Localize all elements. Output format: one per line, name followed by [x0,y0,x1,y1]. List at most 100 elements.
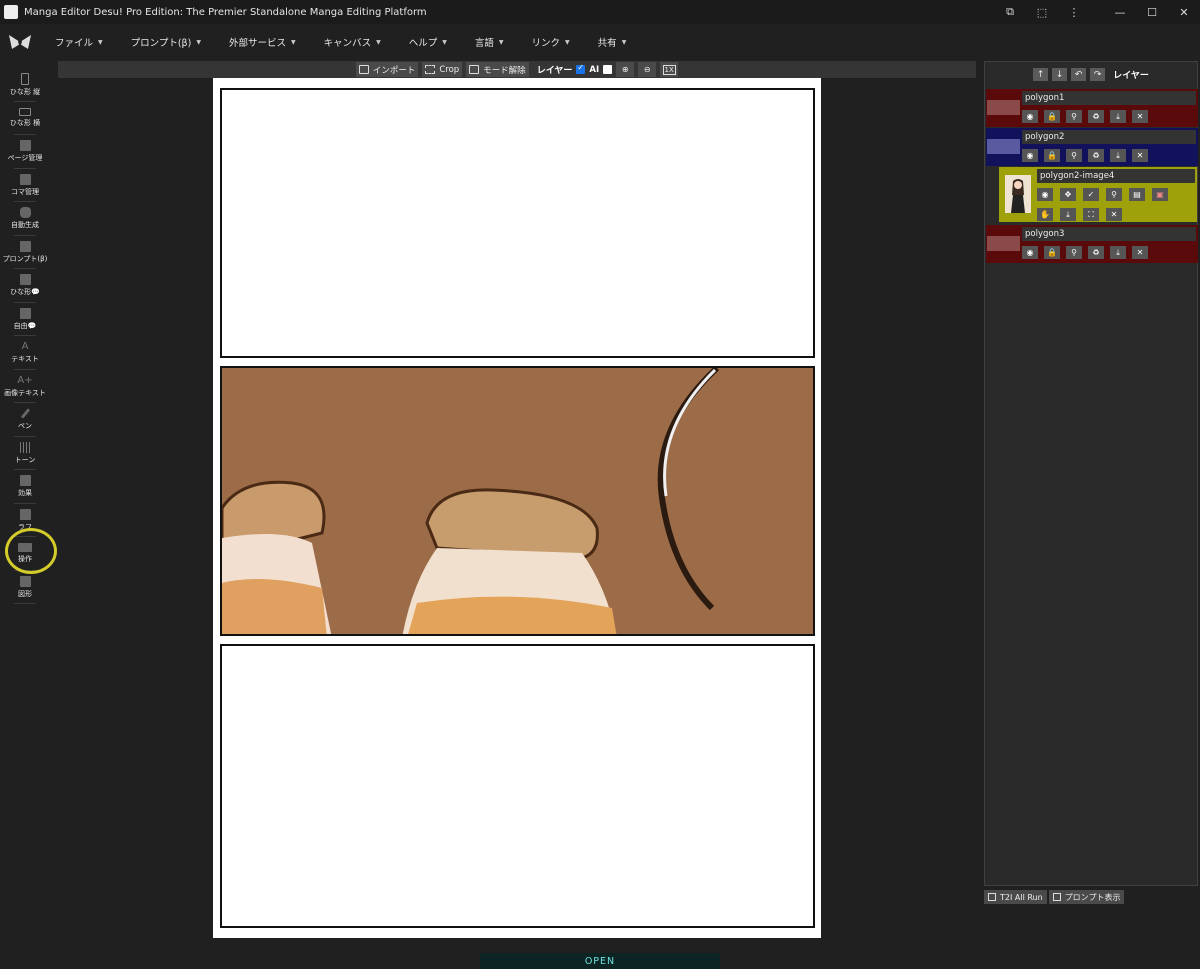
move-up-button[interactable]: ↑ [1033,68,1049,81]
run-icon[interactable]: ⚲ [1106,188,1122,201]
tool-sidebar: ひな形 縦 ひな形 横 ページ管理 コマ管理 自動生成 プロンプト(β) ひな形… [0,68,50,604]
download-icon[interactable]: ⤓ [1110,246,1126,259]
menu-language[interactable]: 言語 ▼ [475,35,504,49]
tool-text[interactable]: A テキスト [0,336,50,370]
tool-tone[interactable]: トーン [0,437,50,471]
import-button[interactable]: インポート [355,62,419,77]
undo-button[interactable]: ↶ [1071,68,1087,81]
translate-icon[interactable]: ⧉ [994,0,1026,24]
tool-landscape-template[interactable]: ひな形 横 [0,102,50,136]
eye-icon[interactable]: ◉ [1022,110,1038,123]
lock-icon[interactable]: 🔒 [1044,110,1060,123]
window-controls: ⧉ ⬚ ⋮ — ☐ ✕ [994,0,1200,24]
effect-icon [19,475,31,487]
redo-icon: ↷ [1093,69,1102,80]
menu-file[interactable]: ファイル ▼ [55,35,103,49]
show-prompt-button[interactable]: プロンプト表示 [1048,890,1125,904]
close-icon[interactable]: ✕ [1132,149,1148,162]
close-icon[interactable]: ✕ [1106,208,1122,221]
download-icon[interactable]: ⤓ [1060,208,1076,221]
tool-prompt[interactable]: プロンプト(β) [0,236,50,270]
close-icon[interactable]: ✕ [1132,246,1148,259]
maximize-button[interactable]: ☐ [1136,0,1168,24]
menu-share[interactable]: 共有 ▼ [598,35,627,49]
app-logo[interactable] [0,24,40,60]
run-icon[interactable]: ⚲ [1066,110,1082,123]
eye-icon[interactable]: ◉ [1022,149,1038,162]
tool-pen[interactable]: ペン [0,403,50,437]
arrow-down-icon: ↓ [1055,69,1064,80]
tool-template-bubble[interactable]: ひな形💬 [0,269,50,303]
tool-shapes[interactable]: 図形 [0,571,50,605]
menu-links[interactable]: リンク ▼ [532,35,570,49]
layer-toggle-label: レイヤー [536,66,573,76]
run-icon[interactable]: ⚲ [1066,246,1082,259]
tone-icon [19,441,31,453]
menu-prompt[interactable]: プロンプト(β) ▼ [131,35,201,49]
minimize-button[interactable]: — [1104,0,1136,24]
recycle-icon[interactable]: ♻ [1088,110,1104,123]
panel-polygon3[interactable] [220,644,815,928]
download-icon[interactable]: ⤓ [1110,149,1126,162]
tool-auto-generate[interactable]: 自動生成 [0,202,50,236]
hand-icon[interactable]: ✋ [1037,208,1053,221]
zoom-in-button[interactable]: ⊕ [616,62,635,77]
redo-button[interactable]: ↷ [1090,68,1106,81]
mode-off-button[interactable]: モード解除 [466,62,529,77]
layer-name: polygon2 [1022,130,1196,144]
move-down-button[interactable]: ↓ [1052,68,1068,81]
panel-polygon2[interactable] [220,366,815,636]
layer-row[interactable]: polygon3 ◉ 🔒 ⚲ ♻ ⤓ ✕ [986,225,1198,263]
crop-button[interactable]: Crop [422,62,463,77]
layer-row[interactable]: polygon1 ◉ 🔒 ⚲ ♻ ⤓ ✕ [986,89,1198,127]
extensions-icon[interactable]: ⬚ [1026,0,1058,24]
ai-checkbox[interactable] [603,65,613,74]
image-thumbnail [1005,175,1031,213]
t2i-all-run-button[interactable]: T2I All Run [984,890,1047,904]
zoom-reset-button[interactable]: 1X [660,62,679,77]
eye-icon[interactable]: ◉ [1022,246,1038,259]
window-title: Manga Editor Desu! Pro Edition: The Prem… [24,6,427,18]
menu-external-services[interactable]: 外部サービス ▼ [229,35,296,49]
tool-image-text[interactable]: A+ 画像テキスト [0,370,50,404]
check-icon[interactable]: ✓ [1083,188,1099,201]
close-button[interactable]: ✕ [1168,0,1200,24]
eye-icon[interactable]: ◉ [1037,188,1053,201]
landscape-template-icon [19,108,31,117]
menu-canvas[interactable]: キャンバス ▼ [324,35,381,49]
ai-toggle-label: AI [589,64,600,75]
canvas-toolbar: インポート Crop モード解除 レイヤー AI ⊕ ⊖ 1X [58,61,976,78]
layer-name: polygon3 [1022,227,1196,241]
lock-icon[interactable]: 🔒 [1044,149,1060,162]
fit-icon[interactable]: ⛶ [1083,208,1099,221]
recycle-icon[interactable]: ♻ [1088,246,1104,259]
download-icon[interactable]: ⤓ [1110,110,1126,123]
lock-icon[interactable]: 🔒 [1044,246,1060,259]
tool-operation[interactable]: 操作 [0,537,50,571]
tool-panel-management[interactable]: コマ管理 [0,169,50,203]
layer-thumbnail [987,100,1020,115]
tool-page-management[interactable]: ページ管理 [0,135,50,169]
tool-rough[interactable]: ラフ [0,504,50,538]
zoom-out-button[interactable]: ⊖ [638,62,657,77]
clipboard-icon [19,240,31,252]
document-icon[interactable]: ▤ [1129,188,1145,201]
cube-icon[interactable]: ▣ [1152,188,1168,201]
move-icon[interactable]: ✥ [1060,188,1076,201]
layer-row[interactable]: polygon2 ◉ 🔒 ⚲ ♻ ⤓ ✕ [986,128,1198,166]
chevron-down-icon: ▼ [196,38,201,46]
tool-effect[interactable]: 効果 [0,470,50,504]
tool-portrait-template[interactable]: ひな形 縦 [0,68,50,102]
close-icon[interactable]: ✕ [1132,110,1148,123]
tool-free-bubble[interactable]: 自由💬 [0,303,50,337]
panel-polygon1[interactable] [220,88,815,358]
layer-checkbox[interactable] [576,63,586,74]
menu-help[interactable]: ヘルプ ▼ [409,35,447,49]
more-icon[interactable]: ⋮ [1058,0,1090,24]
layer-row-image[interactable]: polygon2-image4 ◉ ✥ ✓ ⚲ ▤ ▣ ✋ ⤓ ⛶ ✕ [999,167,1197,222]
recycle-icon[interactable]: ♻ [1088,149,1104,162]
image-text-icon: A+ [17,374,33,386]
open-button[interactable]: OPEN [480,953,720,969]
run-icon[interactable]: ⚲ [1066,149,1082,162]
manga-page[interactable] [213,78,821,938]
